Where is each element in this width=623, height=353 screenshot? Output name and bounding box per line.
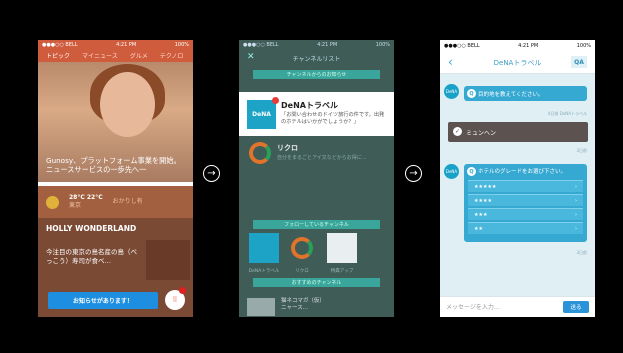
section-header-following: フォローしているチャンネル xyxy=(253,220,380,229)
logo-text: DeNA xyxy=(252,111,271,118)
channel-title-rikuro[interactable]: リクロ xyxy=(277,143,298,153)
tab-mynews[interactable]: マイニュース xyxy=(82,51,118,60)
time-label: 4:21 PM xyxy=(116,42,137,48)
message-input-bar: メッセージを入力… 送る xyxy=(440,296,595,317)
tile-third[interactable] xyxy=(327,233,357,263)
dimmed-background xyxy=(239,40,394,317)
section-header-recommended: おすすめのチャンネル xyxy=(253,278,380,287)
rikuro-logo-icon xyxy=(249,142,271,164)
tab-gourmet[interactable]: グルメ xyxy=(130,51,148,60)
option-label: ★★★★ xyxy=(474,197,492,204)
hero-photo-face xyxy=(100,72,155,137)
battery-label: 100% xyxy=(375,42,390,48)
option-label: ★★★ xyxy=(474,211,488,218)
notification-badge xyxy=(179,287,186,294)
message-meta: 3日前 xyxy=(576,250,587,255)
back-chevron-icon[interactable]: ‹ xyxy=(448,55,453,69)
hero-headline[interactable]: Gunosy、プラットフォーム事業を開始。ニュースサービスの一歩先へ一 xyxy=(46,156,186,174)
weather-city: 東京 xyxy=(69,202,82,209)
section-title[interactable]: HOLLY WONDERLAND xyxy=(46,224,136,233)
chevron-right-icon: › xyxy=(575,197,577,204)
carrier-label: ●●●○○ BELL xyxy=(243,42,279,48)
option-5-stars[interactable]: ★★★★★ › xyxy=(468,180,583,192)
user-answer: ✓ ミュンヘン xyxy=(448,122,588,142)
question-text: 目的地を教えてください。 xyxy=(478,91,544,98)
tile-label: DeNAトラベル xyxy=(248,269,280,274)
carrier-label: ●●●○○ BELL xyxy=(444,43,480,49)
news-tabs: トピック マイニュース グルメ テクノロ xyxy=(38,51,193,60)
unread-dot xyxy=(272,97,279,104)
news-item[interactable]: 今注目の東京の島名産の島（べっこう）寿司が食べ… xyxy=(46,248,141,266)
battery-label: 100% xyxy=(174,42,189,48)
check-icon: ✓ xyxy=(453,127,462,136)
notification-banner[interactable]: お知らせがあります！ xyxy=(48,292,158,309)
bot-question-1: Q 目的地を教えてください。 xyxy=(464,86,587,101)
recommended-item[interactable]: 猫ネコマガ（仮） ニャース... xyxy=(281,298,325,312)
tile-label: 特典アップ xyxy=(330,269,354,274)
arrow-right-icon: → xyxy=(203,165,220,182)
nav-title: チャンネルリスト xyxy=(292,55,341,63)
message-meta: 4日前 DeNAトラベル xyxy=(547,111,587,116)
time-label: 4:21 PM xyxy=(518,43,539,49)
chevron-right-icon: › xyxy=(575,183,577,190)
send-button[interactable]: 送る xyxy=(563,301,589,313)
message-meta: 3日前 xyxy=(576,148,587,153)
grade-options-card: Q ホテルのグレードをお選び下さい。 ★★★★★ › ★★★★ › ★★★ › ★★ › xyxy=(464,164,587,242)
chat-area[interactable]: DeNA Q 目的地を教えてください。 4日前 DeNAトラベル ✓ ミュンヘン… xyxy=(440,74,595,296)
question-icon: Q xyxy=(467,167,476,176)
status-bar: ●●●○○ BELL 4:21 PM 100% xyxy=(440,40,595,52)
channel-description-rikuro: 自分をまるごとアイ又などからお得に… xyxy=(277,155,367,161)
weather-text: 28°C 22°C 東京 xyxy=(69,194,103,210)
bot-avatar: DeNA xyxy=(444,84,459,99)
option-2-stars[interactable]: ★★ › xyxy=(468,222,583,234)
status-bar: ●●●○○ BELL 4:21 PM 100% xyxy=(38,40,193,50)
recommended-desc: ニャース... xyxy=(281,305,308,311)
carrier-label: ●●●○○ BELL xyxy=(42,42,78,48)
channel-title: DeNAトラベル xyxy=(281,101,338,110)
phone-channel-list: ●●●○○ BELL 4:21 PM 100% ✕ チャンネルリスト チャンネル… xyxy=(239,40,394,317)
news-thumbnail[interactable] xyxy=(146,240,190,280)
tile-rikuro-icon[interactable] xyxy=(291,237,313,259)
battery-label: 100% xyxy=(576,43,591,49)
time-label: 4:21 PM xyxy=(317,42,338,48)
weather-temp: 28°C 22°C xyxy=(69,194,103,201)
answer-text: ミュンヘン xyxy=(466,129,497,137)
section-header-notices: チャンネルからのお知らせ xyxy=(253,70,380,79)
channel-description: 「お問い合わせのドイツ旅行の件です。出発のホテルはいかがでしょうか？」 xyxy=(281,112,385,125)
bot-avatar: DeNA xyxy=(444,164,459,179)
weather-extra: おかりし有 xyxy=(112,198,143,205)
grid-icon: ⠿ xyxy=(172,296,178,304)
option-label: ★★ xyxy=(474,225,483,232)
tile-dena[interactable] xyxy=(249,233,279,263)
dena-logo: DeNA xyxy=(247,97,279,129)
status-bar: ●●●○○ BELL 4:21 PM 100% xyxy=(239,40,394,50)
bot-question-2: Q ホテルのグレードをお選び下さい。 xyxy=(464,167,587,176)
weather-widget[interactable]: 28°C 22°C 東京 おかりし有 xyxy=(38,186,193,218)
phone-news-feed: ●●●○○ BELL 4:21 PM 100% トピック マイニュース グルメ … xyxy=(38,40,193,317)
tab-tech[interactable]: テクノロ xyxy=(160,51,184,60)
sun-icon xyxy=(46,195,59,209)
recommended-title: 猫ネコマガ（仮） xyxy=(281,298,325,304)
recommended-thumbnail[interactable] xyxy=(247,298,275,316)
message-input[interactable]: メッセージを入力… xyxy=(446,302,500,311)
option-3-stars[interactable]: ★★★ › xyxy=(468,208,583,220)
channel-card-dena[interactable]: DeNA DeNAトラベル 「お問い合わせのドイツ旅行の件です。出発のホテルはい… xyxy=(239,92,394,136)
option-label: ★★★★★ xyxy=(474,183,497,190)
question-text: ホテルのグレードをお選び下さい。 xyxy=(478,169,567,175)
tab-topic[interactable]: トピック xyxy=(46,51,70,60)
arrow-right-icon: → xyxy=(405,165,422,182)
stage: ●●●○○ BELL 4:21 PM 100% トピック マイニュース グルメ … xyxy=(0,0,623,353)
question-icon: Q xyxy=(467,89,476,98)
phone-chat: ●●●○○ BELL 4:21 PM 100% DeNAトラベル ‹ QA De… xyxy=(440,40,595,317)
qa-button[interactable]: QA xyxy=(571,56,587,68)
chevron-right-icon: › xyxy=(575,211,577,218)
option-4-stars[interactable]: ★★★★ › xyxy=(468,194,583,206)
tile-label: リクロ xyxy=(295,269,309,274)
chevron-right-icon: › xyxy=(575,225,577,232)
